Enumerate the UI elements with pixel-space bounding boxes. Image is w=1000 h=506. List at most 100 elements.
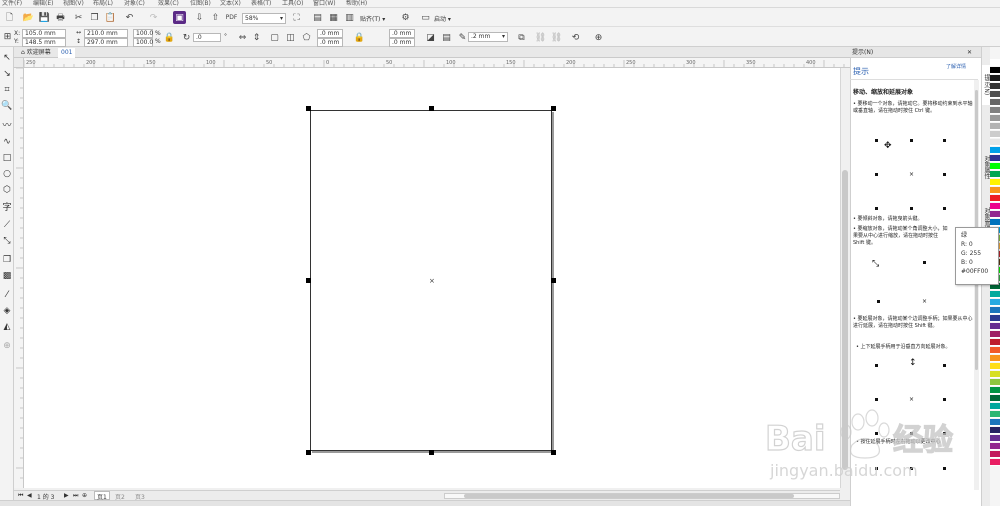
color-swatch[interactable]	[990, 115, 1000, 122]
color-swatch[interactable]	[990, 75, 1000, 82]
new-document-icon[interactable]: 🗋	[3, 11, 16, 24]
color-swatch[interactable]	[990, 91, 1000, 98]
color-swatch[interactable]	[990, 131, 1000, 138]
add-icon[interactable]: ⊕	[592, 31, 605, 44]
color-swatch[interactable]	[990, 163, 1000, 170]
color-swatch[interactable]	[990, 179, 1000, 186]
corner-radius-top-right[interactable]: .0 mm	[389, 29, 415, 38]
color-swatch[interactable]	[990, 107, 1000, 114]
color-swatch[interactable]	[990, 443, 1000, 450]
menu-help[interactable]: 帮助(H)	[346, 0, 367, 8]
selection-center-mark[interactable]: ×	[429, 277, 435, 285]
save-icon[interactable]: 💾	[38, 11, 51, 24]
first-page-icon[interactable]: ⏮	[18, 492, 23, 500]
zoom-tool-icon[interactable]: 🔍	[1, 100, 13, 112]
color-swatch[interactable]	[990, 331, 1000, 338]
polygon-tool-icon[interactable]: ⬡	[1, 184, 13, 196]
import-icon[interactable]: ⇩	[193, 11, 206, 24]
pick-tool-icon[interactable]: ↖	[1, 52, 13, 64]
paste-icon[interactable]: 📋	[104, 11, 117, 24]
selection-handle-right[interactable]	[551, 278, 556, 283]
next-page-icon[interactable]: ▶	[64, 492, 69, 499]
corner-radius-bottom-right[interactable]: .0 mm	[389, 38, 415, 47]
show-guidelines-icon[interactable]: ▥	[343, 11, 356, 24]
launch-menu[interactable]: 启动 ▾	[434, 14, 451, 23]
color-swatch[interactable]	[990, 427, 1000, 434]
open-icon[interactable]: 📂	[22, 11, 35, 24]
color-swatch[interactable]	[990, 211, 1000, 218]
print-icon[interactable]: 🖶	[54, 11, 67, 24]
color-swatch[interactable]	[990, 379, 1000, 386]
snap-to-menu[interactable]: 贴齐(T) ▾	[360, 14, 385, 23]
menu-object[interactable]: 对象(C)	[124, 0, 145, 8]
color-swatch[interactable]	[990, 147, 1000, 154]
color-swatch[interactable]	[990, 371, 1000, 378]
corner-lock-icon[interactable]: 🔒	[353, 31, 366, 44]
wrap-text-icon[interactable]: ▤	[440, 31, 453, 44]
ruler-origin[interactable]	[14, 58, 24, 68]
horizontal-scrollbar-thumb[interactable]	[464, 494, 794, 498]
color-swatch[interactable]	[990, 315, 1000, 322]
color-swatch[interactable]	[990, 395, 1000, 402]
color-swatch[interactable]	[990, 435, 1000, 442]
corner-radius-bottom-left[interactable]: .0 mm	[317, 38, 343, 47]
smart-fill-icon[interactable]: ◭	[1, 321, 13, 333]
text-tool-icon[interactable]: 字	[1, 202, 13, 214]
page-tab-1[interactable]: 页1	[94, 491, 110, 501]
menu-file[interactable]: 文件(F)	[2, 0, 22, 8]
menu-layout[interactable]: 布局(L)	[93, 0, 113, 8]
menu-table[interactable]: 表格(T)	[251, 0, 271, 8]
color-swatch[interactable]	[990, 187, 1000, 194]
color-swatch[interactable]	[990, 171, 1000, 178]
last-page-icon[interactable]: ⏭	[73, 492, 78, 500]
color-swatch[interactable]	[990, 195, 1000, 202]
color-swatch[interactable]	[990, 139, 1000, 146]
export-icon[interactable]: ⇧	[209, 11, 222, 24]
corner-radius-top-left[interactable]: .0 mm	[317, 29, 343, 38]
color-swatch[interactable]	[990, 411, 1000, 418]
full-screen-icon[interactable]: ⛶	[290, 11, 303, 24]
ellipse-tool-icon[interactable]: ○	[1, 168, 13, 180]
color-swatch[interactable]	[990, 347, 1000, 354]
horizontal-ruler[interactable]: 250 200 150 100 50 0 50 100 150 200 250 300 350 400	[24, 58, 850, 68]
color-swatch[interactable]	[990, 387, 1000, 394]
freehand-tool-icon[interactable]: 〰	[1, 120, 13, 132]
link-icon[interactable]: ⛓	[534, 31, 547, 44]
color-swatch[interactable]	[990, 363, 1000, 370]
redo-icon[interactable]: ↷	[147, 11, 160, 24]
selection-handle-top[interactable]	[429, 106, 434, 111]
x-position-field[interactable]: 105.0 mm	[22, 29, 66, 38]
transparency-icon[interactable]: ▩	[1, 270, 13, 282]
color-swatch[interactable]	[990, 83, 1000, 90]
parallel-dimension-icon[interactable]: ⟋	[1, 219, 13, 231]
selection-handle-bottom[interactable]	[429, 450, 434, 455]
prev-page-icon[interactable]: ◀	[27, 492, 32, 499]
docker-close-icon[interactable]: ✕	[967, 49, 972, 56]
color-swatch[interactable]	[990, 203, 1000, 210]
color-swatch[interactable]	[990, 219, 1000, 226]
color-swatch[interactable]	[990, 291, 1000, 298]
width-field[interactable]: 210.0 mm	[84, 29, 128, 38]
vertical-ruler[interactable]	[14, 68, 24, 488]
outline-width-select[interactable]: .2 mm ▾	[468, 32, 508, 42]
zoom-level-select[interactable]: 58% ▾	[242, 13, 286, 24]
color-swatch[interactable]	[990, 299, 1000, 306]
selection-handle-bottom-left[interactable]	[306, 450, 311, 455]
round-corner-icon[interactable]: ▢	[268, 31, 281, 44]
search-content-icon[interactable]: ▣	[173, 11, 186, 24]
tab-welcome-screen[interactable]: ⌂ 欢迎屏幕	[18, 48, 54, 58]
cut-icon[interactable]: ✂	[72, 11, 85, 24]
menu-text[interactable]: 文本(X)	[220, 0, 241, 8]
menu-tools[interactable]: 工具(O)	[282, 0, 303, 8]
color-swatch[interactable]	[990, 403, 1000, 410]
color-swatch[interactable]	[990, 355, 1000, 362]
options-gear-icon[interactable]: ⚙	[399, 11, 412, 24]
rotation-angle-field[interactable]: .0	[193, 33, 221, 42]
crop-tool-icon[interactable]: ⌗	[1, 84, 13, 96]
y-position-field[interactable]: 148.5 mm	[22, 38, 66, 47]
to-front-icon[interactable]: ⧉	[515, 31, 528, 44]
selection-handle-bottom-right[interactable]	[551, 450, 556, 455]
eyedropper-icon[interactable]: ⁄	[1, 289, 13, 301]
color-swatch[interactable]	[990, 59, 1000, 66]
scale-y-field[interactable]: 100.0	[133, 38, 153, 47]
